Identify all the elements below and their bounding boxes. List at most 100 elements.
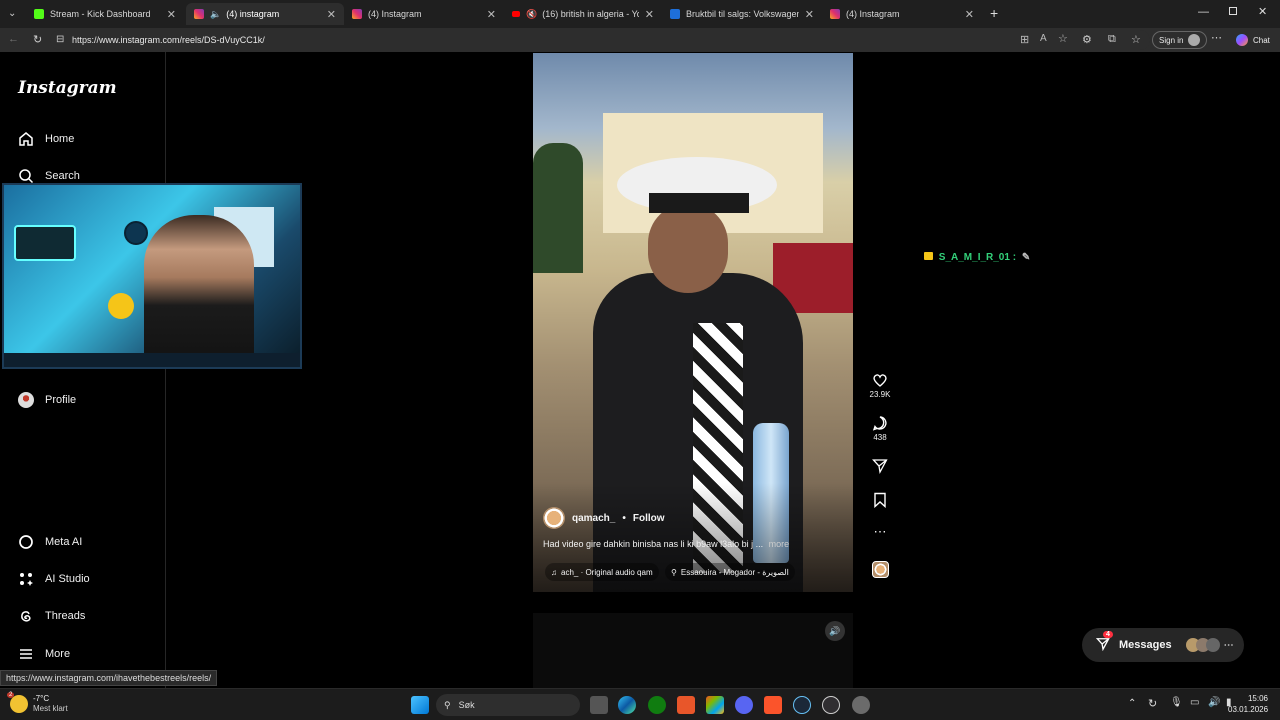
speaker-icon[interactable]: 🔈 [210,9,221,20]
messages-label: Messages [1119,639,1172,651]
audio-label: ach_ · Original audio qam [561,567,653,577]
messages-button[interactable]: 4 Messages ⋯ [1082,628,1244,662]
minimize-icon[interactable]: — [1198,6,1209,18]
restore-icon[interactable] [1229,7,1237,15]
tab-instagram-2[interactable]: (4) Instagram ✕ [344,3,504,25]
tab-youtube[interactable]: 🔇 (16) british in algeria - YouTube ✕ [504,3,662,25]
settings-gear-icon[interactable] [852,696,870,714]
nav-more[interactable]: More [18,646,70,662]
edge-browser-icon[interactable] [618,696,636,714]
extensions-icon[interactable]: ⚙ [1082,33,1092,46]
audio-pill[interactable]: ♫ ach_ · Original audio qam [545,563,659,581]
instagram-icon [830,9,840,19]
app-available-icon[interactable]: ⊞ [1020,33,1029,46]
brave-browser-icon[interactable] [764,696,782,714]
copilot-chat-button[interactable]: Chat [1232,31,1274,49]
task-view-icon[interactable] [590,696,608,714]
split-screen-icon[interactable]: ⧉ [1108,33,1116,46]
author-username[interactable]: qamach_ [572,513,615,524]
location-pill[interactable]: ⚲ Essaouira - Mogador - الصويرة [665,563,795,581]
save-button[interactable] [868,492,892,510]
site-info-icon[interactable]: ⊟ [56,34,64,45]
copilot-icon [1236,34,1248,46]
like-button[interactable]: 23.9K [868,372,892,399]
weather-temp: -7°C [33,694,50,703]
back-arrow-icon[interactable]: ← [8,33,19,45]
sign-in-button[interactable]: Sign in [1152,31,1208,49]
volume-button[interactable]: 🔊 [825,621,845,641]
nav-search[interactable]: Search [18,168,80,184]
instagram-icon [194,9,204,19]
meta-ai-icon [18,534,34,550]
close-icon[interactable]: ✕ [965,8,974,21]
messages-avatars [1185,638,1220,652]
close-icon[interactable]: ✕ [167,8,176,21]
discord-icon[interactable] [735,696,753,714]
reel-tree [533,143,583,273]
office-app-icon[interactable] [677,696,695,714]
tab-title: Stream - Kick Dashboard [50,9,151,19]
tab-kick-dashboard[interactable]: Stream - Kick Dashboard ✕ [26,3,184,25]
next-reel-video[interactable]: 🔊 [533,613,853,688]
favorites-icon[interactable]: ☆ [1131,33,1141,46]
favorite-star-icon[interactable]: ☆ [1058,32,1068,45]
reel-video[interactable]: qamach_ • Follow Had video gire dahkin b… [533,53,853,592]
tray-sync-icon[interactable]: ↻ [1148,697,1157,710]
heart-icon [873,374,887,387]
tab-instagram-3[interactable]: (4) Instagram ✕ [822,3,982,25]
chat-label: Chat [1253,35,1270,45]
location-pin-icon: ⚲ [671,567,677,577]
caption-more-link[interactable]: more [769,539,790,549]
nav-home[interactable]: Home [18,131,74,147]
new-tab-plus-icon[interactable]: + [990,5,998,21]
finn-icon [670,9,680,19]
search-icon: ⚲ [444,699,451,710]
follow-button[interactable]: Follow [633,513,665,524]
audio-thumbnail[interactable] [868,561,892,580]
share-button[interactable] [868,458,892,476]
mute-icon[interactable]: 🔇 [526,9,537,20]
windows-start-icon[interactable] [411,696,429,714]
nav-search-label: Search [45,170,80,182]
tray-overflow-chevron-icon[interactable]: ⌃ [1128,698,1136,709]
refresh-icon[interactable]: ↻ [33,33,42,46]
chat-username: S_A_M_I_R_01 : [938,252,1017,263]
location-label: Essaouira - Mogador - الصويرة [680,567,789,577]
nav-meta-ai[interactable]: Meta AI [18,534,82,550]
nav-ai-studio[interactable]: AI Studio [18,571,90,587]
comment-button[interactable]: 438 [868,415,892,442]
taskbar-search-box[interactable]: ⚲ Søk [436,694,580,716]
read-aloud-icon[interactable]: A [1040,33,1047,44]
nav-ai-studio-label: AI Studio [45,573,90,585]
instagram-logo[interactable]: Instagram [18,78,117,98]
author-avatar[interactable] [543,507,565,529]
more-menu-icon[interactable]: ⋯ [1211,31,1222,44]
windows-taskbar: 2 -7°C Mest klart ⚲ Søk ⌃ ↻ 🎙 ▭ 🔊 ▮ 15:0… [0,688,1280,720]
close-icon[interactable]: ✕ [645,8,654,21]
microsoft-store-icon[interactable] [706,696,724,714]
search-icon [18,168,34,184]
steam-icon[interactable] [793,696,811,714]
tab-list-chevron-icon[interactable]: ⌄ [8,8,16,19]
close-window-icon[interactable]: ✕ [1258,5,1267,18]
tab-instagram-active[interactable]: 🔈 (4) instagram ✕ [186,3,344,25]
close-icon[interactable]: ✕ [805,8,814,21]
url-text[interactable]: https://www.instagram.com/reels/DS-dVuyC… [72,35,265,45]
tray-volume-icon[interactable]: 🔊 [1208,697,1220,708]
tab-title: (4) instagram [226,9,280,19]
xbox-icon[interactable] [648,696,666,714]
address-bar[interactable]: ⊟ https://www.instagram.com/reels/DS-dVu… [50,30,1150,50]
tray-microphone-icon[interactable]: 🎙 [1170,697,1183,708]
nav-more-label: More [45,648,71,660]
nav-profile[interactable]: Profile [18,392,76,408]
more-options-button[interactable]: ⋯ [868,524,892,540]
close-icon[interactable]: ✕ [327,8,336,21]
tray-display-icon[interactable]: ▭ [1190,697,1199,708]
taskbar-clock[interactable]: 15:06 03.01.2026 [1228,693,1268,715]
close-icon[interactable]: ✕ [487,8,496,21]
tab-volkswagen[interactable]: Bruktbil til salgs: Volkswagen Golf ✕ [662,3,822,25]
nav-threads[interactable]: Threads [18,608,85,624]
weather-widget[interactable]: 2 -7°C Mest klart [7,692,68,714]
comment-count: 438 [873,433,887,442]
obs-icon[interactable] [822,696,840,714]
